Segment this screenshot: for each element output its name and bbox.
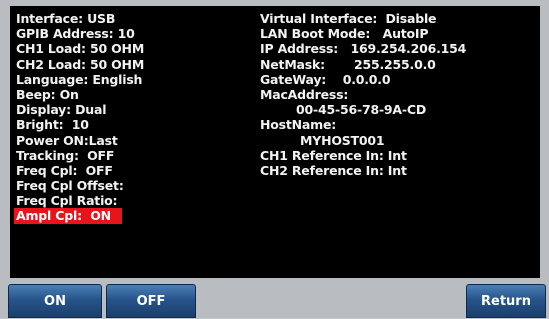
mac-address-row: MacAddress: <box>260 87 535 102</box>
utility-display-screen: Interface: USB GPIB Address: 10 CH1 Load… <box>10 6 540 278</box>
tracking-value: OFF <box>87 147 115 163</box>
ch1-load-value: 50 OHM <box>89 41 145 57</box>
ch2-reference-label: CH2 Reference In: <box>260 162 388 178</box>
display-label: Display: <box>16 102 76 118</box>
lan-boot-mode-label: LAN Boot Mode: <box>260 26 383 42</box>
ch1-load-row: CH1 Load: 50 OHM <box>16 41 246 56</box>
bright-label: Bright: <box>16 117 72 133</box>
bright-row: Bright: 10 <box>16 117 246 132</box>
softkey-bar: ON OFF Return <box>0 282 549 318</box>
gateway-label: GateWay: <box>260 71 343 87</box>
ch1-load-label: CH1 Load: <box>16 41 90 57</box>
tracking-label: Tracking: <box>16 147 88 163</box>
hostname-row: HostName: <box>260 117 535 132</box>
display-row: Display: Dual <box>16 102 246 117</box>
freq-cpl-offset-row: Freq Cpl Offset: <box>16 178 246 193</box>
hostname-value: MYHOST001 <box>300 132 385 148</box>
ch1-reference-label: CH1 Reference In: <box>260 147 388 163</box>
lan-boot-mode-value: AutoIP <box>382 26 429 42</box>
beep-label: Beep: <box>16 86 60 102</box>
return-softkey[interactable]: Return <box>466 284 546 318</box>
interface-label: Interface: <box>16 11 88 26</box>
interface-value: USB <box>87 11 116 26</box>
freq-cpl-row: Freq Cpl: OFF <box>16 163 246 178</box>
virtual-interface-value: Disable <box>385 11 437 26</box>
instrument-frame: Interface: USB GPIB Address: 10 CH1 Load… <box>0 0 549 318</box>
ch2-load-row: CH2 Load: 50 OHM <box>16 57 246 72</box>
mac-address-value: 00-45-56-78-9A-CD <box>296 102 427 118</box>
gpib-address-row: GPIB Address: 10 <box>16 26 246 41</box>
power-on-row: Power ON:Last <box>16 133 246 148</box>
virtual-interface-label: Virtual Interface: <box>260 11 386 26</box>
power-on-value: Last <box>88 132 118 148</box>
power-on-label: Power ON: <box>16 132 89 148</box>
tracking-row: Tracking: OFF <box>16 148 246 163</box>
ampl-cpl-row-selected[interactable]: Ampl Cpl: ON <box>14 208 122 224</box>
ampl-cpl-label: Ampl Cpl: <box>16 208 91 224</box>
hostname-value-row: MYHOST001 <box>260 133 535 148</box>
on-softkey[interactable]: ON <box>8 284 102 318</box>
ch2-load-value: 50 OHM <box>89 56 145 72</box>
settings-left-column: Interface: USB GPIB Address: 10 CH1 Load… <box>14 11 246 227</box>
beep-row: Beep: On <box>16 87 246 102</box>
freq-cpl-ratio-label: Freq Cpl Ratio: <box>16 193 118 209</box>
off-softkey[interactable]: OFF <box>106 284 196 318</box>
netmask-row: NetMask: 255.255.0.0 <box>260 57 535 72</box>
gateway-row: GateWay: 0.0.0.0 <box>260 72 535 87</box>
language-label: Language: <box>16 71 93 87</box>
mac-address-value-row: 00-45-56-78-9A-CD <box>260 102 535 117</box>
settings-right-column: Virtual Interface: Disable LAN Boot Mode… <box>260 11 535 178</box>
ampl-cpl-value: ON <box>90 208 111 224</box>
ch2-load-label: CH2 Load: <box>16 56 90 72</box>
virtual-interface-row: Virtual Interface: Disable <box>260 11 535 26</box>
gateway-value: 0.0.0.0 <box>342 71 391 87</box>
netmask-value: 255.255.0.0 <box>354 56 436 72</box>
lan-boot-mode-row: LAN Boot Mode: AutoIP <box>260 26 535 41</box>
mac-address-label: MacAddress: <box>260 86 349 102</box>
language-value: English <box>92 71 143 87</box>
hostname-label: HostName: <box>260 117 337 133</box>
beep-value: On <box>59 86 79 102</box>
ip-address-label: IP Address: <box>260 41 351 57</box>
language-row: Language: English <box>16 72 246 87</box>
freq-cpl-ratio-row: Freq Cpl Ratio: <box>16 193 246 208</box>
gpib-address-value: 10 <box>117 26 135 42</box>
ip-address-row: IP Address: 169.254.206.154 <box>260 41 535 56</box>
freq-cpl-value: OFF <box>85 162 113 178</box>
ip-address-value: 169.254.206.154 <box>350 41 467 57</box>
display-value: Dual <box>75 102 107 118</box>
ch1-reference-row: CH1 Reference In: Int <box>260 148 535 163</box>
bright-value: 10 <box>71 117 89 133</box>
netmask-label: NetMask: <box>260 56 355 72</box>
freq-cpl-offset-label: Freq Cpl Offset: <box>16 178 124 194</box>
interface-row: Interface: USB <box>16 11 246 26</box>
gpib-address-label: GPIB Address: <box>16 26 118 42</box>
ch1-reference-value: Int <box>387 147 407 163</box>
ch2-reference-row: CH2 Reference In: Int <box>260 163 535 178</box>
freq-cpl-label: Freq Cpl: <box>16 162 86 178</box>
ch2-reference-value: Int <box>387 162 407 178</box>
